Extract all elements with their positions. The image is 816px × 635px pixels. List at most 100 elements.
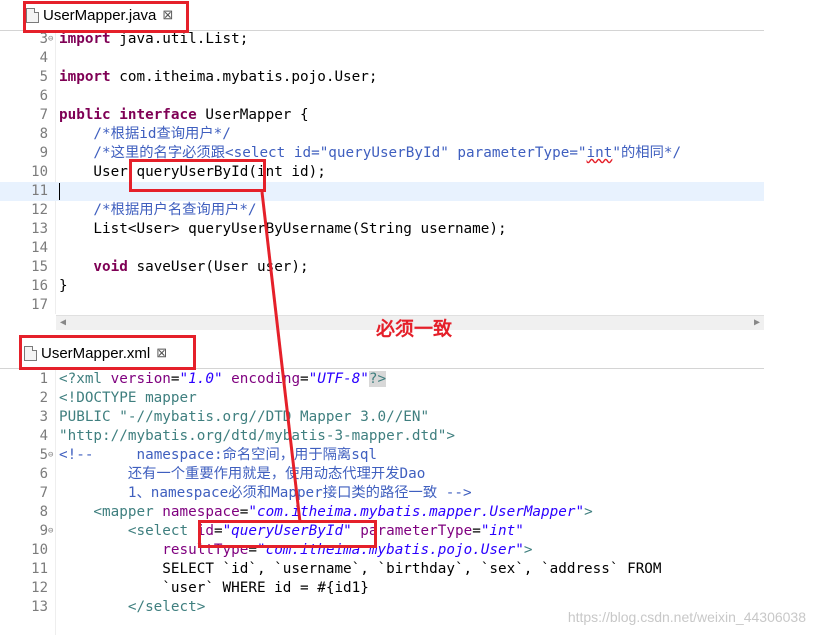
- code-line: 4 "http://mybatis.org/dtd/mybatis-3-mapp…: [0, 427, 764, 446]
- line-number: 10: [31, 164, 48, 180]
- line-number: 3: [39, 409, 48, 425]
- highlight-java-tab: [23, 1, 189, 33]
- code-line: 10 User queryUserById(int id);: [0, 163, 764, 182]
- comment: <!--: [59, 447, 94, 463]
- code-line: 2 <!DOCTYPE mapper: [0, 389, 764, 408]
- line-number: 2: [39, 390, 48, 406]
- keyword: public: [59, 107, 111, 123]
- comment: 还有一个重要作用就是，使用动态代理开发Dao: [59, 466, 426, 482]
- current-line: 11: [0, 182, 764, 201]
- keyword: interface: [119, 107, 197, 123]
- xml-tag: </select>: [59, 599, 206, 615]
- attr-name: namespace: [162, 504, 240, 520]
- line-number: 13: [31, 599, 48, 615]
- xml-tag: >: [523, 542, 533, 558]
- keyword: import: [59, 69, 111, 85]
- xml-tag: <mapper: [59, 504, 163, 520]
- code-line: 10 resultType="com.itheima.mybatis.pojo.…: [0, 541, 764, 560]
- line-number: 5: [39, 447, 48, 463]
- sql-text: SELECT `id`, `username`, `birthday`, `se…: [59, 561, 662, 577]
- code-line: 13 List<User> queryUserByUsername(String…: [0, 220, 764, 239]
- line-number: 9: [39, 523, 48, 539]
- scroll-right-icon[interactable]: ▶: [754, 316, 760, 330]
- code-line: 16 }: [0, 277, 764, 296]
- highlight-method-name: [129, 159, 266, 192]
- attr-name: version: [110, 371, 171, 387]
- equals: =: [300, 371, 309, 387]
- attr-value: "UTF-8": [308, 371, 369, 387]
- xml-editor-pane: UserMapper.xml ⊠ 1 <?xml version="1.0" e…: [0, 338, 764, 635]
- sql-text: `user` WHERE id = #{id1}: [59, 580, 369, 596]
- xml-decl: ?>: [368, 371, 387, 387]
- code-line: 9 /*这里的名字必须跟<select id="queryUserById" p…: [0, 144, 764, 163]
- comment: /*根据用户名查询用户*/: [59, 202, 257, 218]
- code-line: 6: [0, 87, 764, 106]
- annotation-label: 必须一致: [376, 318, 453, 340]
- line-number: 12: [31, 202, 48, 218]
- highlight-select-id: [198, 520, 377, 548]
- comment: /*根据id查询用户*/: [59, 126, 231, 142]
- line-number: 17: [31, 297, 48, 313]
- comment: "的相同*/: [612, 145, 682, 161]
- comment: namespace:命名空间，用于隔离sql: [93, 447, 378, 463]
- fold-icon[interactable]: ⊖: [48, 522, 53, 541]
- line-number: 1: [39, 371, 48, 387]
- equals: =: [170, 371, 180, 387]
- code-line: 14: [0, 239, 764, 258]
- line-number: 9: [39, 145, 48, 161]
- line-number: 10: [31, 542, 48, 558]
- attr-name: encoding: [222, 371, 301, 387]
- code-line: 7 public interface UserMapper {: [0, 106, 764, 125]
- doctype: PUBLIC: [59, 409, 120, 425]
- scroll-left-icon[interactable]: ◀: [60, 316, 66, 330]
- line-number: 6: [39, 88, 48, 104]
- code-line: 8 /*根据id查询用户*/: [0, 125, 764, 144]
- xml-tag: >: [584, 504, 593, 520]
- java-editor-pane: UserMapper.java ⊠ 3 ⊖ import java.util.L…: [0, 0, 764, 330]
- line-number: 7: [39, 107, 48, 123]
- line-number: 11: [31, 561, 48, 577]
- code-line: 9 ⊖ <select id="queryUserById" parameter…: [0, 522, 764, 541]
- line-number: 15: [31, 259, 48, 275]
- code-line: 3 PUBLIC "-//mybatis.org//DTD Mapper 3.0…: [0, 408, 764, 427]
- code-text: com.itheima.mybatis.pojo.User;: [110, 69, 378, 85]
- line-number: 12: [31, 580, 48, 596]
- line-number: 13: [31, 221, 48, 237]
- line-number: 14: [31, 240, 48, 256]
- line-number: 7: [39, 485, 48, 501]
- line-number: 11: [31, 183, 48, 199]
- doctype-string: "-//mybatis.org//DTD Mapper 3.0//EN": [119, 409, 430, 425]
- code-line: 1 <?xml version="1.0" encoding="UTF-8"?>: [0, 370, 764, 389]
- line-number: 4: [39, 428, 48, 444]
- comment: 1、namespace必须和Mapper接口类的路径一致 -->: [59, 485, 472, 501]
- equals: =: [472, 523, 481, 539]
- code-line: 12 /*根据用户名查询用户*/: [0, 201, 764, 220]
- code-line: 7 1、namespace必须和Mapper接口类的路径一致 -->: [0, 484, 764, 503]
- comment-misspelled: int: [586, 145, 613, 161]
- code-line: 4: [0, 49, 764, 68]
- code-line: 5 import com.itheima.mybatis.pojo.User;: [0, 68, 764, 87]
- code-text: User: [59, 164, 137, 180]
- line-number: 5: [39, 69, 48, 85]
- attr-value: "com.itheima.mybatis.mapper.UserMapper": [248, 504, 585, 520]
- line-number: 6: [39, 466, 48, 482]
- doctype: <!DOCTYPE mapper: [59, 390, 197, 406]
- code-line: 12 `user` WHERE id = #{id1}: [0, 579, 764, 598]
- line-number: 4: [39, 50, 48, 66]
- code-line: 11 SELECT `id`, `username`, `birthday`, …: [0, 560, 764, 579]
- code-line: 6 还有一个重要作用就是，使用动态代理开发Dao: [0, 465, 764, 484]
- attr-value: "int": [480, 523, 524, 539]
- code-line: 8 <mapper namespace="com.itheima.mybatis…: [0, 503, 764, 522]
- text-caret: [59, 183, 60, 200]
- code-text: saveUser(User user);: [127, 259, 309, 275]
- keyword: void: [59, 259, 128, 275]
- doctype-string: "http://mybatis.org/dtd/mybatis-3-mapper…: [59, 428, 455, 444]
- xml-decl: <?xml: [59, 371, 111, 387]
- code-text: }: [59, 278, 68, 294]
- highlight-xml-tab: [19, 335, 196, 370]
- code-line: 17: [0, 296, 764, 315]
- code-text: java.util.List;: [110, 31, 249, 47]
- line-number: 8: [39, 504, 48, 520]
- fold-icon[interactable]: ⊖: [48, 446, 53, 465]
- line-number: 16: [31, 278, 48, 294]
